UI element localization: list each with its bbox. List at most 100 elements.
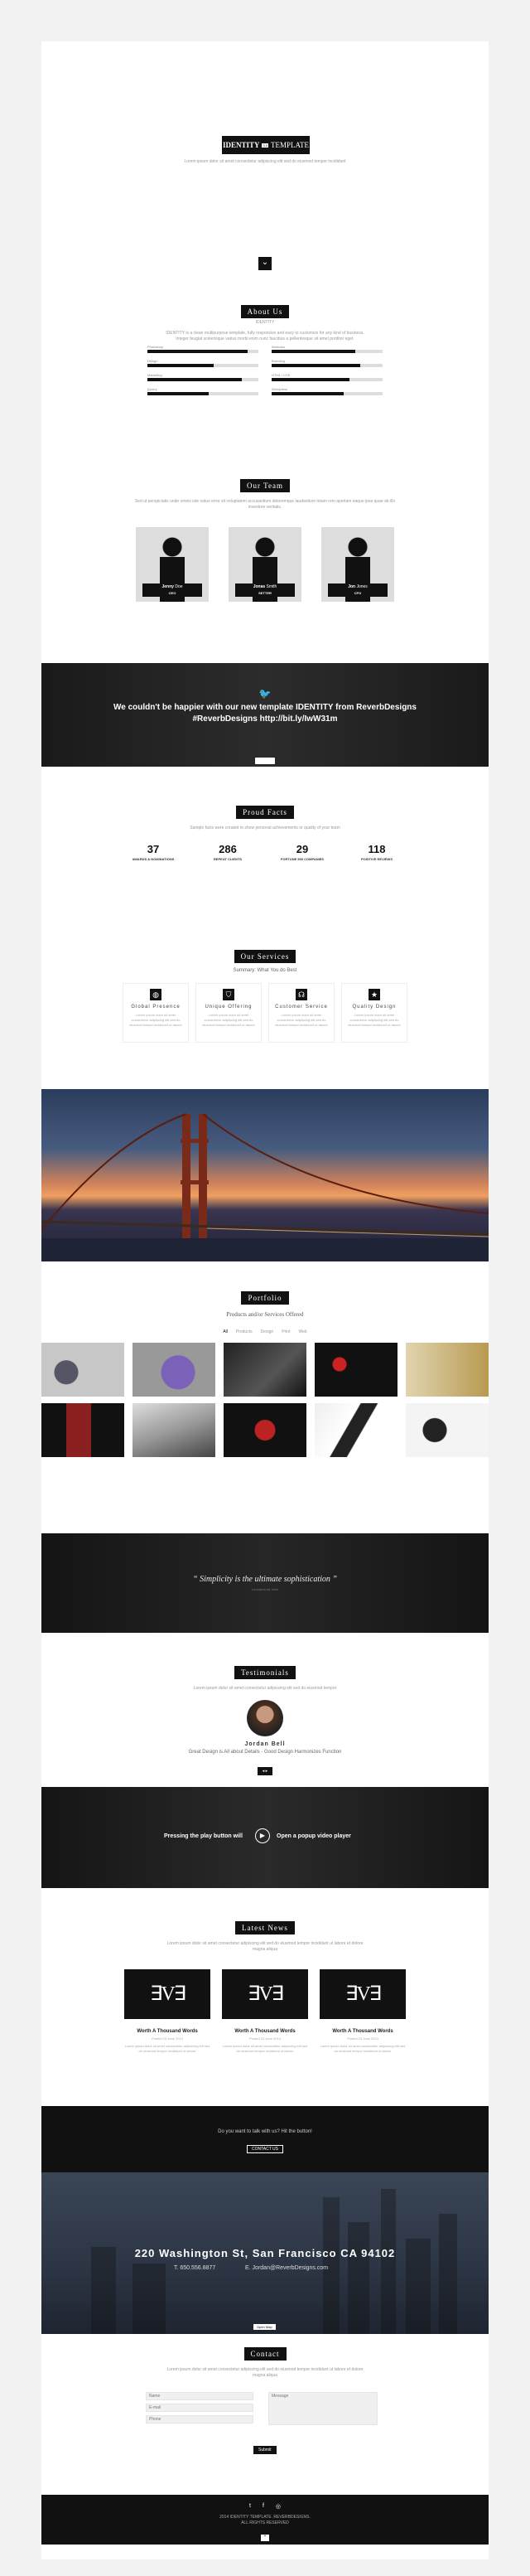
skill-item: HTML / CSS	[272, 373, 383, 381]
news-title: Worth A Thousand Words	[234, 2029, 296, 2034]
news-title: Latest News	[235, 1921, 295, 1934]
skill-label: Design	[147, 359, 158, 363]
service-text: Lorem ipsum dolor sit amet consectetur a…	[202, 1013, 255, 1027]
member-role: SETTER	[258, 591, 272, 595]
address-section: 220 Washington St, San Francisco CA 9410…	[41, 2172, 489, 2334]
fact-item: 286 Repeat Clients	[201, 843, 254, 861]
news-date: Posted 23 June 2014	[347, 2036, 378, 2041]
skill-bar	[272, 392, 383, 395]
service-title: Quality Design	[352, 1005, 397, 1010]
twitter-section: 🐦 We couldn't be happier with our new te…	[41, 663, 489, 767]
skill-bar	[147, 392, 258, 395]
portfolio-item-speakers[interactable]	[41, 1343, 124, 1397]
portfolio-item-purple-speaker[interactable]	[132, 1343, 215, 1397]
skill-bar-fill	[147, 378, 242, 381]
news-post[interactable]: ∃V∃ Worth A Thousand Words Posted 23 June …	[222, 1969, 308, 2054]
logo-light: TEMPLATE	[271, 141, 310, 149]
skill-bar	[272, 364, 383, 367]
contact-us-button[interactable]: CONTACT US	[246, 2145, 284, 2153]
skill-item: Wordpress	[272, 387, 383, 395]
site-logo[interactable]: IDENTITY 3.0 TEMPLATE	[222, 136, 310, 154]
member-first-name: Jon	[348, 584, 356, 589]
hero-tagline: Lorem ipsum dolor sit amet consectetur a…	[184, 159, 346, 164]
testimonials-title: Testimonials	[234, 1666, 296, 1679]
headset-icon: ☊	[296, 989, 307, 1000]
skill-bar-fill	[272, 392, 344, 395]
testimonial-name: Jordan Bell	[244, 1741, 286, 1747]
name-field[interactable]: Name	[146, 2392, 253, 2400]
address-title: 220 Washington St, San Francisco CA 9410…	[134, 2247, 396, 2259]
member-label: Jenny Doe CEO	[142, 583, 202, 597]
team-member-card[interactable]: Jon Jones CFO	[321, 527, 394, 602]
back-to-top-button[interactable]: ⌃	[261, 2535, 269, 2541]
service-card[interactable]: ⛉ Unique Offering Lorem ipsum dolor sit am…	[195, 983, 262, 1043]
phone-field[interactable]: Phone	[146, 2415, 253, 2423]
service-title: Customer Service	[275, 1005, 328, 1010]
video-section: Pressing the play button will ▶ Open a p…	[41, 1787, 489, 1888]
portfolio-item-gadget[interactable]	[406, 1343, 489, 1397]
portfolio-filter[interactable]: Web	[298, 1329, 306, 1334]
email-field[interactable]: E-mail	[146, 2404, 253, 2412]
services-title: Our Services	[234, 950, 296, 963]
team-grid: Jenny Doe CEO Jonas Smith SETTER Jon Jones CF…	[136, 527, 394, 603]
service-card[interactable]: ☊ Customer Service Lorem ipsum dolor sit a…	[268, 983, 335, 1043]
skill-bar-fill	[147, 392, 209, 395]
portfolio-item-red-speakers[interactable]	[315, 1343, 398, 1397]
service-card[interactable]: ★ Quality Design Lorem ipsum dolor sit ame…	[341, 983, 407, 1043]
fact-label: Fortune 500 Companies	[280, 857, 325, 861]
skill-item: Illustrator	[272, 345, 383, 353]
team-member-card[interactable]: Jonas Smith SETTER	[229, 527, 301, 602]
social-links: t f ◎	[41, 2503, 489, 2510]
portfolio-item-headphones[interactable]	[224, 1403, 306, 1457]
star-icon: ★	[369, 989, 380, 1000]
portfolio-filter[interactable]: Design	[261, 1329, 274, 1334]
message-field[interactable]: Message	[268, 2392, 378, 2425]
portfolio-grid	[41, 1343, 489, 1457]
dribbble-icon[interactable]: ◎	[276, 2503, 281, 2510]
portfolio-section: Portfolio Products and/or Services Offer…	[41, 1290, 489, 1505]
news-title: Worth A Thousand Words	[137, 2029, 198, 2034]
submit-button[interactable]: Submit	[253, 2446, 277, 2454]
skill-bar	[272, 350, 383, 353]
portfolio-filter[interactable]: Print	[282, 1329, 290, 1334]
testimonial-nav[interactable]: ◂ ▸	[257, 1767, 273, 1775]
skills-grid: Photoshop Illustrator Design Branding Market…	[147, 345, 383, 411]
portfolio-item-phones[interactable]	[315, 1403, 398, 1457]
portfolio-item-laptop[interactable]	[132, 1403, 215, 1457]
portfolio-item-tower-speaker[interactable]	[41, 1403, 124, 1457]
testimonial-quote: Great Design is All about Details - Good…	[188, 1750, 342, 1755]
news-post[interactable]: ∃V∃ Worth A Thousand Words Posted 23 June …	[124, 1969, 210, 2054]
portfolio-item-car-interior[interactable]	[224, 1343, 306, 1397]
news-post[interactable]: ∃V∃ Worth A Thousand Words Posted 23 June …	[320, 1969, 406, 2054]
tweet-pager[interactable]	[255, 758, 275, 764]
skill-item: Design	[147, 359, 258, 367]
testimonials-section: Testimonials Lorem ipsum dolor sit amet …	[41, 1664, 489, 1797]
portfolio-filter[interactable]: All	[223, 1329, 228, 1334]
facebook-icon[interactable]: f	[263, 2503, 264, 2510]
fact-value: 118	[368, 843, 386, 855]
open-map-button[interactable]: Open Map	[253, 2324, 276, 2330]
twitter-icon[interactable]: t	[249, 2503, 251, 2510]
fact-item: 37 Awards & Nominations	[127, 843, 180, 861]
fact-item: 29 Fortune 500 Companies	[276, 843, 329, 861]
scroll-down-button[interactable]: ⌄	[258, 257, 272, 270]
member-first-name: Jonas	[253, 584, 266, 589]
news-title: Worth A Thousand Words	[332, 2029, 393, 2034]
service-card[interactable]: ◍ Global Presence Lorem ipsum dolor sit am…	[123, 983, 189, 1043]
footer-line-2: ALL RIGHTS RESERVED	[241, 2520, 289, 2525]
portfolio-item-sphere-speakers[interactable]	[406, 1403, 489, 1457]
portfolio-filter[interactable]: Products	[236, 1329, 253, 1334]
news-section: Latest News Lorem ipsum dolor sit amet c…	[41, 1920, 489, 2118]
logo-bold: IDENTITY	[222, 141, 260, 149]
address-email[interactable]: E. Jordan@ReverbDesigns.com	[245, 2265, 328, 2271]
facts-text: Sample facts were created to show person…	[190, 826, 340, 830]
team-member-card[interactable]: Jenny Doe CEO	[136, 527, 209, 602]
footer: t f ◎ 2014 IDENTITY TEMPLATE. REVERBDESIGN…	[41, 2495, 489, 2545]
skill-item: Photoshop	[147, 345, 258, 353]
play-icon[interactable]: ▶	[255, 1828, 270, 1843]
portfolio-title: Portfolio	[241, 1291, 289, 1305]
skill-bar-fill	[272, 364, 361, 367]
service-text: Lorem ipsum dolor sit amet consectetur a…	[129, 1013, 182, 1027]
member-role: CEO	[168, 591, 176, 595]
member-first-name: Jenny	[161, 584, 174, 589]
